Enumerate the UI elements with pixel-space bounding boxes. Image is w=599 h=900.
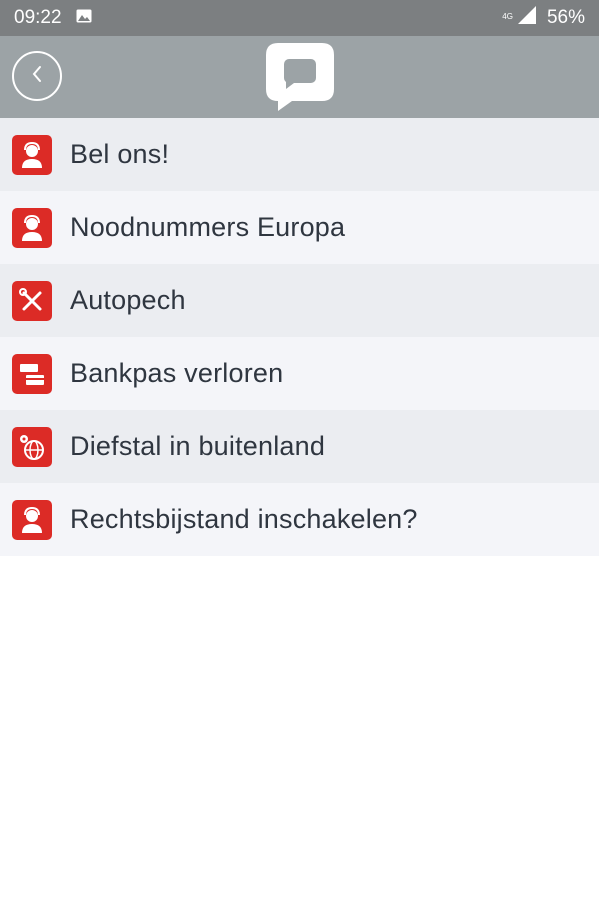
call-center-agent-icon: [12, 134, 52, 175]
status-time: 09:22: [14, 7, 62, 28]
call-center-agent-icon: [12, 207, 52, 248]
speech-bubble-logo: [266, 43, 334, 111]
menu-item-rechtsbijstand-inschakelen[interactable]: Rechtsbijstand inschakelen?: [0, 483, 599, 556]
image-notification-icon: [76, 7, 92, 29]
status-bar: 09:22 4G 56%: [0, 0, 599, 36]
signal-icon: [517, 5, 537, 31]
menu-item-label: Noodnummers Europa: [70, 212, 346, 242]
globe-gear-icon: [12, 426, 52, 467]
menu-item-label: Rechtsbijstand inschakelen?: [70, 504, 418, 534]
menu-item-label: Autopech: [70, 285, 186, 315]
menu-item-label: Bankpas verloren: [70, 358, 284, 388]
back-icon: [30, 64, 44, 89]
tools-icon: [12, 280, 52, 321]
menu-item-diefstal-in-buitenland[interactable]: Diefstal in buitenland: [0, 410, 599, 483]
menu-item-label: Diefstal in buitenland: [70, 431, 326, 461]
menu-list: Bel ons! Noodnummers Europa Autopech Ban…: [0, 118, 599, 556]
bank-card-icon: [12, 353, 52, 394]
menu-item-label: Bel ons!: [70, 139, 170, 169]
battery-level: 56%: [546, 7, 585, 28]
menu-item-bel-ons[interactable]: Bel ons!: [0, 118, 599, 191]
call-center-agent-icon: [12, 499, 52, 540]
menu-item-bankpas-verloren[interactable]: Bankpas verloren: [0, 337, 599, 410]
network-type: 4G: [502, 12, 513, 21]
menu-item-noodnummers-europa[interactable]: Noodnummers Europa: [0, 191, 599, 264]
back-button[interactable]: [12, 51, 62, 101]
menu-item-autopech[interactable]: Autopech: [0, 264, 599, 337]
app-bar: [0, 36, 599, 118]
